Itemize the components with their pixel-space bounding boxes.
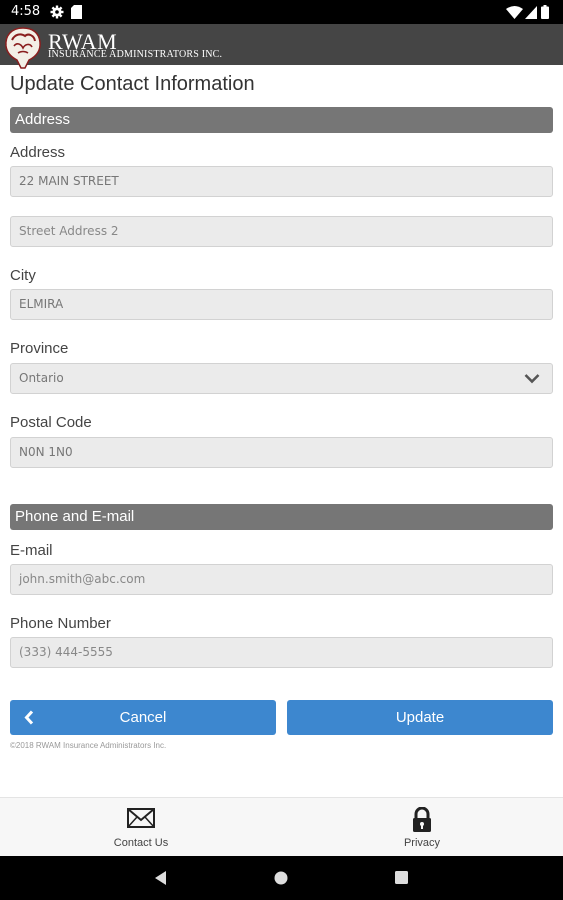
brand-subtitle: INSURANCE ADMINISTRATORS INC.: [48, 49, 223, 60]
back-icon[interactable]: [154, 870, 167, 886]
city-field[interactable]: ELMIRA: [10, 289, 553, 320]
envelope-icon: [127, 808, 155, 828]
phone-field[interactable]: (333) 444-5555: [10, 637, 553, 668]
bottom-nav: Contact Us Privacy: [0, 797, 563, 857]
address2-field[interactable]: Street Address 2: [10, 216, 553, 247]
phone-label: Phone Number: [10, 615, 111, 632]
battery-icon: [541, 5, 549, 19]
nav-privacy[interactable]: Privacy: [362, 798, 482, 857]
address-label: Address: [10, 144, 66, 161]
copyright-text: ©2018 RWAM Insurance Administrators Inc.: [10, 741, 167, 750]
recents-icon[interactable]: [395, 871, 408, 884]
chevron-down-icon: [524, 374, 540, 384]
home-icon[interactable]: [274, 871, 288, 885]
signal-icon: [525, 6, 537, 19]
contact-section-header: Phone and E-mail: [10, 504, 553, 530]
nav-contact-us[interactable]: Contact Us: [81, 798, 201, 857]
wifi-icon: [506, 6, 523, 19]
nav-privacy-label: Privacy: [403, 837, 441, 849]
email-field[interactable]: john.smith@abc.com: [10, 564, 553, 595]
gear-icon: [50, 5, 64, 19]
cancel-button-label: Cancel: [119, 709, 167, 726]
nav-contact-us-label: Contact Us: [113, 837, 169, 849]
province-selected-value: Ontario: [19, 371, 64, 385]
logo-icon: [5, 27, 41, 69]
address-field[interactable]: 22 MAIN STREET: [10, 166, 553, 197]
province-select[interactable]: Ontario: [10, 363, 553, 394]
email-label: E-mail: [10, 542, 53, 559]
lock-icon: [413, 807, 431, 832]
sd-card-icon: [71, 5, 82, 19]
address-section-header: Address: [10, 107, 553, 133]
postal-code-label: Postal Code: [10, 414, 92, 431]
cancel-button[interactable]: Cancel: [10, 700, 276, 735]
update-button[interactable]: Update: [287, 700, 553, 735]
status-time: 4:58: [11, 4, 41, 19]
province-label: Province: [10, 340, 69, 357]
system-nav-bar: [0, 856, 563, 900]
status-bar: 4:58: [0, 0, 563, 24]
update-button-label: Update: [395, 709, 445, 726]
postal-code-field[interactable]: N0N 1N0: [10, 437, 553, 468]
page-title: Update Contact Information: [10, 73, 255, 95]
chevron-left-icon: [24, 710, 34, 725]
city-label: City: [10, 267, 36, 284]
